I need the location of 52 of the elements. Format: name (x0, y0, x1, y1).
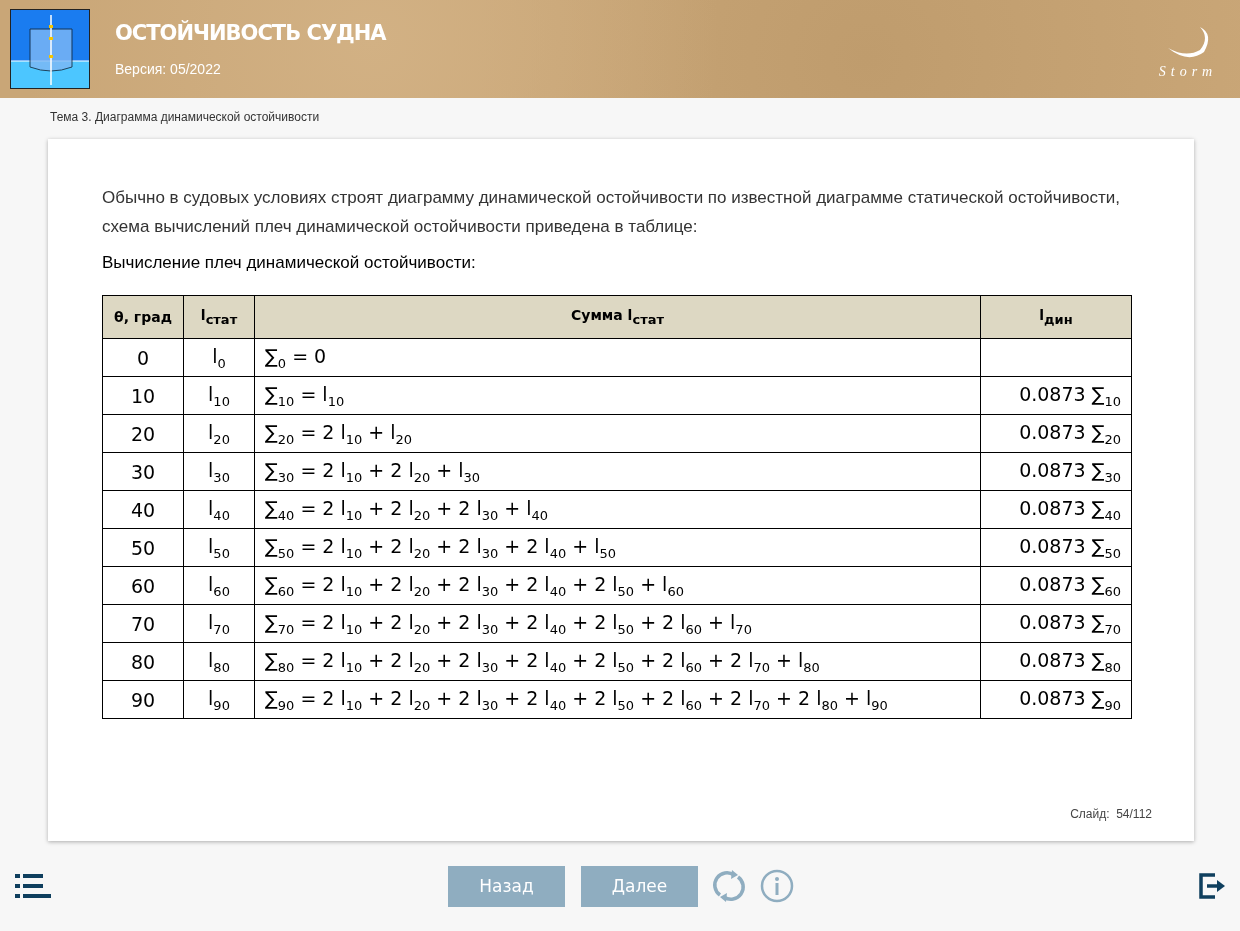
table-cell: 0.0873 ∑$_{70}$ (980, 604, 1132, 643)
table-cell: 0.0873 ∑$_{90}$ (980, 680, 1132, 719)
table-cell: l$_{70}$ (183, 604, 255, 643)
table-cell: l$_{40}$ (183, 490, 255, 529)
table-cell: l$_{20}$ (183, 414, 255, 453)
table-cell: ∑$_{60}$ = 2 l$_{10}$ + 2 l$_{20}$ + 2 l$_{30}$ + 2 l$_{40}$ + 2 l$_{50}$ + l$_{60}$ (254, 566, 981, 605)
table-cell: 0.0873 ∑$_{60}$ (980, 566, 1132, 605)
table-cell: l$_{90}$ (183, 680, 255, 719)
table-cell: l$_{50}$ (183, 528, 255, 567)
slide-counter: Слайд: 54/112 (1070, 807, 1152, 821)
table-cell: 40 (102, 490, 184, 529)
table-cell: ∑$_{40}$ = 2 l$_{10}$ + 2 l$_{20}$ + 2 l$_{30}$ + l$_{40}$ (254, 490, 981, 529)
exit-icon[interactable] (1199, 873, 1225, 899)
table-caption: Вычисление плеч динамической остойчивости: (102, 253, 477, 273)
table-cell: l$_{60}$ (183, 566, 255, 605)
version-label: Версия: 05/2022 (115, 61, 222, 77)
table-cell: 0 (102, 338, 184, 377)
table-cell: 60 (102, 566, 184, 605)
table-cell: ∑$_{80}$ = 2 l$_{10}$ + 2 l$_{20}$ + 2 l$_{30}$ + 2 l$_{40}$ + 2 l$_{50}$ + 2 l$_{60}$ + 2 l$_{70}$ + l$_{80}$ (254, 642, 981, 681)
table-cell: 30 (102, 452, 184, 491)
table-cell: 20 (102, 414, 184, 453)
table-cell: 0.0873 ∑$_{20}$ (980, 414, 1132, 453)
table-cell: 0.0873 ∑$_{80}$ (980, 642, 1132, 681)
table-cell: ∑$_{20}$ = 2 l$_{10}$ + l$_{20}$ (254, 414, 981, 453)
table-cell: 70 (102, 604, 184, 643)
course-title: ОСТОЙЧИВОСТЬ СУДНА (115, 21, 386, 45)
table-cell: 0.0873 ∑$_{40}$ (980, 490, 1132, 529)
back-button[interactable]: Назад (448, 865, 565, 907)
table-cell: ∑$_{70}$ = 2 l$_{10}$ + 2 l$_{20}$ + 2 l$_{30}$ + 2 l$_{40}$ + 2 l$_{50}$ + 2 l$_{60}$ + l$_{70}$ (254, 604, 981, 643)
table-cell: ∑$_{90}$ = 2 l$_{10}$ + 2 l$_{20}$ + 2 l$_{30}$ + 2 l$_{40}$ + 2 l$_{50}$ + 2 l$_{60}$ + 2 l$_{70}$ + 2 l$_{80}$ + l$_{90}$ (254, 680, 981, 719)
table-cell: l$_{0}$ (183, 338, 255, 377)
breadcrumb: Тема 3. Диаграмма динамической остойчивости (50, 110, 321, 126)
table-cell: l$_{10}$ (183, 376, 255, 415)
table-cell: l$_{30}$ (183, 452, 255, 491)
table-cell: ∑$_{0}$ = 0 (254, 338, 981, 377)
table-cell: ∑$_{50}$ = 2 l$_{10}$ + 2 l$_{20}$ + 2 l$_{30}$ + 2 l$_{40}$ + l$_{50}$ (254, 528, 981, 567)
column-header: θ, град (102, 295, 184, 339)
table-cell: ∑$_{10}$ = l$_{10}$ (254, 376, 981, 415)
table-cell: 50 (102, 528, 184, 567)
table-cell: 0.0873 ∑$_{30}$ (980, 452, 1132, 491)
table-cell: ∑$_{30}$ = 2 l$_{10}$ + 2 l$_{20}$ + l$_{30}$ (254, 452, 981, 491)
menu-icon[interactable] (15, 874, 51, 898)
table-cell: 10 (102, 376, 184, 415)
table-cell: 0.0873 ∑$_{10}$ (980, 376, 1132, 415)
table-cell: 90 (102, 680, 184, 719)
intro-paragraph: Обычно в судовых условиях строят диаграмму динамической остойчивости по известной диаграмме статической остойчивости, схема вычислений плеч динамической остойчивости приведена в таблице: (102, 187, 1121, 238)
table-cell: l$_{80}$ (183, 642, 255, 681)
ship-diagram-icon (10, 9, 90, 89)
next-button[interactable]: Далее (581, 865, 698, 907)
table-cell: 0.0873 ∑$_{50}$ (980, 528, 1132, 567)
table-cell: 80 (102, 642, 184, 681)
brand-name: Storm (1158, 64, 1218, 80)
